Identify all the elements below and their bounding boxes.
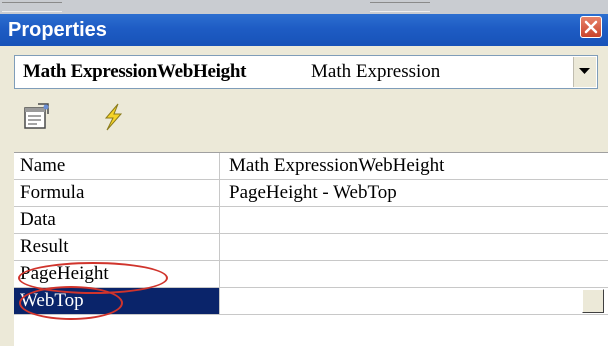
property-name: PageHeight <box>14 261 220 287</box>
property-name: Formula <box>14 180 220 206</box>
object-selector-dropdown[interactable]: Math ExpressionWebHeight Math Expression <box>14 55 598 89</box>
chevron-down-icon <box>579 68 590 74</box>
property-value[interactable] <box>221 288 608 314</box>
property-row[interactable]: PageHeight <box>14 261 608 288</box>
property-name: Result <box>14 234 220 260</box>
close-icon <box>584 20 598 34</box>
property-value[interactable] <box>221 234 608 260</box>
property-pages-button[interactable] <box>18 99 56 135</box>
properties-toolbar <box>14 94 598 144</box>
events-lightning-icon <box>104 103 123 131</box>
object-name: Math ExpressionWebHeight <box>23 61 247 82</box>
property-value[interactable] <box>221 261 608 287</box>
property-row[interactable]: Formula PageHeight - WebTop <box>14 180 608 207</box>
property-name: WebTop <box>14 288 220 314</box>
background-divider <box>370 2 430 12</box>
property-row-selected[interactable]: WebTop <box>14 288 608 315</box>
property-pages-icon <box>24 103 49 129</box>
window-title: Properties <box>8 19 107 41</box>
property-row[interactable]: Name Math ExpressionWebHeight <box>14 153 608 180</box>
title-bar[interactable]: Properties <box>0 14 608 46</box>
property-name: Name <box>14 153 220 179</box>
dropdown-button[interactable] <box>573 57 596 87</box>
value-picker-button[interactable] <box>582 289 604 313</box>
property-value[interactable]: Math ExpressionWebHeight <box>221 153 608 179</box>
close-button[interactable] <box>580 16 602 38</box>
background-divider <box>2 2 62 12</box>
property-grid: Name Math ExpressionWebHeight Formula Pa… <box>14 152 608 347</box>
property-value[interactable]: PageHeight - WebTop <box>221 180 608 206</box>
object-type: Math Expression <box>311 61 441 82</box>
property-row[interactable]: Result <box>14 234 608 261</box>
property-value[interactable] <box>221 207 608 233</box>
background-window-strip <box>0 0 608 14</box>
property-name: Data <box>14 207 220 233</box>
events-button[interactable] <box>94 99 132 135</box>
property-row[interactable]: Data <box>14 207 608 234</box>
